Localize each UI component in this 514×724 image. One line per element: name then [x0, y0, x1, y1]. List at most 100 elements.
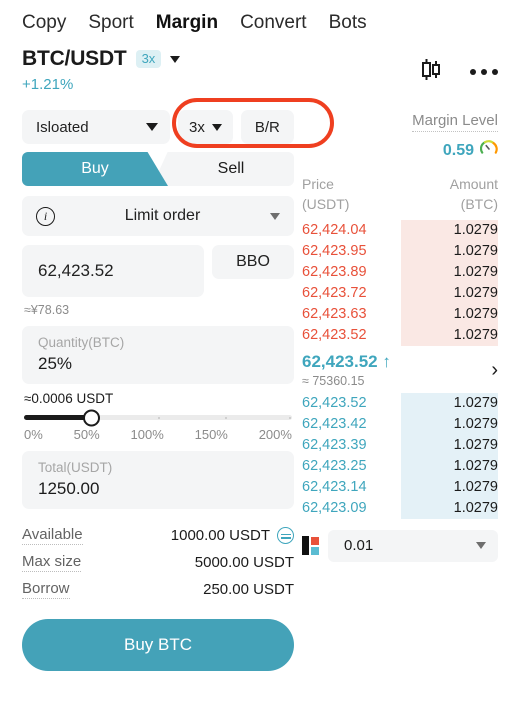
- bid-price: 62,423.39: [302, 437, 367, 454]
- more-options-icon[interactable]: [470, 68, 498, 75]
- leverage-select[interactable]: 3x: [178, 110, 233, 144]
- orderbook-ask-row[interactable]: 62,423.72 1.0279: [302, 282, 498, 304]
- pair-name: BTC/USDT: [22, 47, 127, 70]
- orderbook-price-unit: (USDT): [302, 196, 350, 213]
- header-icons: [418, 56, 498, 87]
- bid-amount: 1.0279: [453, 500, 498, 517]
- total-input[interactable]: Total(USDT) 1250.00: [22, 451, 294, 509]
- margin-mode-select[interactable]: Isloated: [22, 110, 170, 144]
- top-nav: Copy Sport Margin Convert Bots: [0, 0, 514, 44]
- transfer-icon[interactable]: [277, 527, 294, 544]
- ask-amount: 1.0279: [453, 264, 498, 281]
- chevron-down-icon: [476, 542, 486, 550]
- ask-rows: 62,424.04 1.0279 62,423.95 1.0279 62,423…: [302, 219, 498, 346]
- bid-amount: 1.0279: [453, 395, 498, 412]
- chevron-down-icon: [211, 123, 222, 131]
- bbo-button[interactable]: BBO: [212, 245, 294, 279]
- balance-value-wrap: 1000.00 USDT: [171, 527, 294, 544]
- orderbook-ask-row[interactable]: 62,423.52 1.0279: [302, 324, 498, 346]
- ask-price: 62,423.72: [302, 285, 367, 302]
- borrow-repay-label: B/R: [254, 118, 280, 136]
- ask-amount: 1.0279: [453, 222, 498, 239]
- leverage-label: 3x: [189, 118, 205, 136]
- nav-item-bots[interactable]: Bots: [329, 12, 367, 34]
- orderbook-amount-title: Amount: [449, 176, 498, 192]
- balance-value: 1000.00 USDT: [170, 527, 270, 544]
- orderbook-ask-row[interactable]: 62,424.04 1.0279: [302, 219, 498, 241]
- orderbook-amount-header: Amount (BTC): [450, 174, 498, 215]
- orderbook-amount-unit: (BTC): [460, 196, 498, 213]
- tab-sell[interactable]: Sell: [152, 152, 294, 186]
- order-type-label: Limit order: [124, 207, 201, 224]
- bid-price: 62,423.09: [302, 500, 367, 517]
- nav-item-convert[interactable]: Convert: [240, 12, 307, 34]
- price-input[interactable]: 62,423.52: [22, 245, 204, 297]
- slider-label: 200%: [258, 427, 292, 442]
- mid-price-converted: ≈ 75360.15: [302, 373, 365, 388]
- nav-item-copy[interactable]: Copy: [22, 12, 66, 34]
- order-type-select[interactable]: i Limit order: [22, 196, 294, 236]
- gauge-icon: [479, 139, 498, 162]
- price-step-select[interactable]: 0.01: [328, 529, 498, 562]
- slider-track[interactable]: [24, 409, 292, 426]
- submit-buy-button[interactable]: Buy BTC: [22, 619, 294, 671]
- slider-label: 0%: [24, 427, 43, 442]
- orderbook-ask-row[interactable]: 62,423.89 1.0279: [302, 261, 498, 283]
- balance-row-available: Available 1000.00 USDT: [22, 522, 294, 549]
- orderbook-bid-row[interactable]: 62,423.39 1.0279: [302, 434, 498, 456]
- orderbook-ask-row[interactable]: 62,423.95 1.0279: [302, 240, 498, 262]
- mid-price-row[interactable]: 62,423.52 ↑ ≈ 75360.15 ›: [302, 352, 498, 388]
- bid-amount: 1.0279: [453, 416, 498, 433]
- bid-price: 62,423.42: [302, 416, 367, 433]
- balance-value: 250.00 USDT: [203, 581, 294, 598]
- ask-price: 62,423.52: [302, 327, 367, 344]
- tab-buy[interactable]: Buy: [22, 152, 168, 186]
- orderbook-ask-row[interactable]: 62,423.63 1.0279: [302, 303, 498, 325]
- depth-bar-glyph: [302, 536, 309, 556]
- chevron-right-icon[interactable]: ›: [491, 360, 498, 380]
- chevron-down-icon[interactable]: [170, 55, 181, 63]
- bid-price: 62,423.25: [302, 458, 367, 475]
- quantity-slider[interactable]: 0% 50% 100% 150% 200%: [24, 409, 292, 442]
- ask-amount: 1.0279: [453, 327, 498, 344]
- margin-level-value: 0.59: [442, 141, 474, 159]
- orderbook-footer: 0.01: [302, 529, 498, 562]
- ask-price: 62,423.89: [302, 264, 367, 281]
- ask-price: 62,423.95: [302, 243, 367, 260]
- candlestick-chart-icon[interactable]: [418, 56, 444, 87]
- chevron-down-icon: [146, 123, 158, 131]
- quantity-value: 25%: [38, 354, 73, 373]
- balance-row-borrow: Borrow 250.00 USDT: [22, 576, 294, 603]
- orderbook-bid-row[interactable]: 62,423.09 1.0279: [302, 497, 498, 519]
- nav-item-sport[interactable]: Sport: [88, 12, 133, 34]
- mid-price: 62,423.52 ↑: [302, 351, 391, 371]
- ask-price: 62,423.63: [302, 306, 367, 323]
- orderbook-bid-row[interactable]: 62,423.42 1.0279: [302, 413, 498, 435]
- bid-price: 62,423.52: [302, 395, 367, 412]
- slider-knob[interactable]: [82, 409, 100, 426]
- orderbook-bid-row[interactable]: 62,423.14 1.0279: [302, 476, 498, 498]
- orderbook-bid-row[interactable]: 62,423.25 1.0279: [302, 455, 498, 477]
- slider-tick: [158, 416, 160, 419]
- orderbook-bid-row[interactable]: 62,423.52 1.0279: [302, 392, 498, 414]
- quantity-input[interactable]: Quantity(BTC) 25%: [22, 326, 294, 384]
- total-caption: Total(USDT): [38, 460, 113, 475]
- slider-tick: [289, 416, 292, 419]
- total-value: 1250.00: [38, 479, 100, 498]
- bid-amount: 1.0279: [453, 458, 498, 475]
- info-icon[interactable]: i: [36, 206, 55, 226]
- slider-labels: 0% 50% 100% 150% 200%: [24, 427, 292, 442]
- margin-level-label: Margin Level: [412, 112, 498, 132]
- nav-item-margin[interactable]: Margin: [156, 12, 218, 34]
- slider-fill: [24, 415, 91, 420]
- margin-mode-label: Isloated: [36, 118, 89, 136]
- quantity-caption: Quantity(BTC): [38, 335, 125, 350]
- bid-amount: 1.0279: [453, 479, 498, 496]
- orderbook-display-mode-icon[interactable]: [302, 536, 319, 556]
- borrow-repay-button[interactable]: B/R: [240, 110, 294, 144]
- margin-trading-screen: Copy Sport Margin Convert Bots BTC/USDT …: [0, 0, 514, 724]
- balance-label: Available: [22, 526, 83, 545]
- orderbook-price-header: Price (USDT): [302, 174, 349, 215]
- quantity-approx: ≈0.0006 USDT: [24, 391, 114, 406]
- balance-value: 5000.00 USDT: [194, 554, 294, 571]
